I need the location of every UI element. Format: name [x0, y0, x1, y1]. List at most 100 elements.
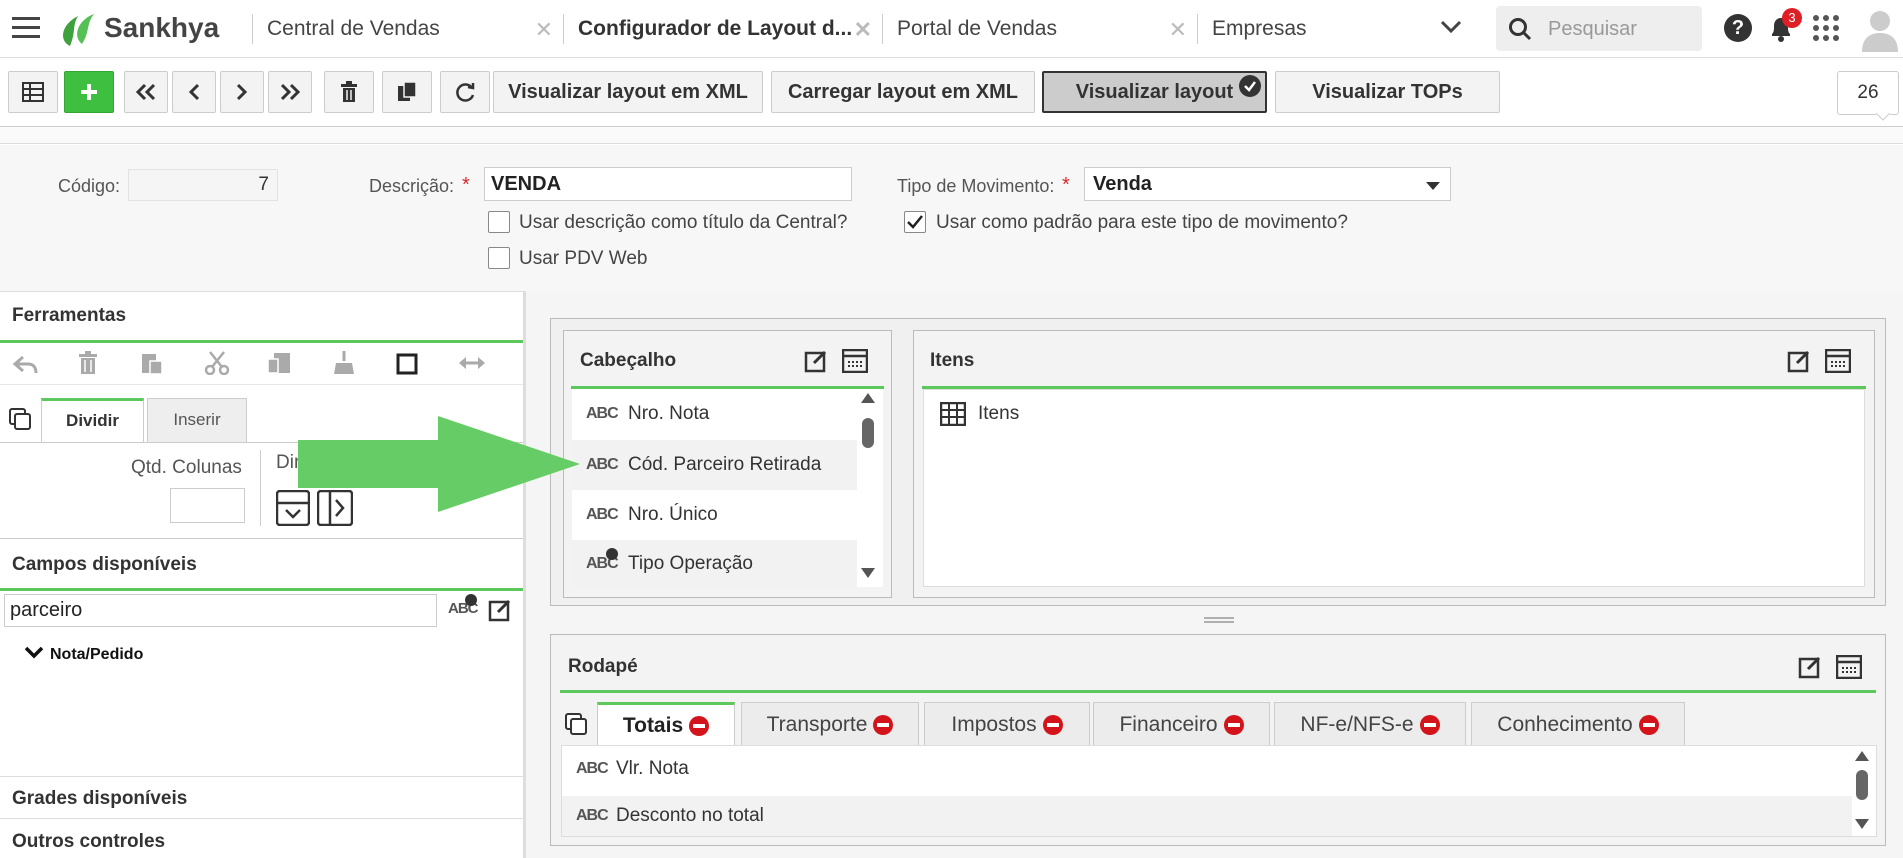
- edit-icon[interactable]: [804, 349, 828, 373]
- close-icon[interactable]: ✕: [1169, 17, 1187, 43]
- titulo-central-checkbox[interactable]: [488, 211, 510, 233]
- next-record-button[interactable]: [220, 71, 264, 113]
- list-item[interactable]: ABC Nro. Nota: [572, 389, 857, 439]
- remove-tab-icon[interactable]: [689, 715, 710, 736]
- previous-record-button[interactable]: [172, 71, 216, 113]
- window-settings-icon[interactable]: [1836, 655, 1862, 679]
- clipboard-icon[interactable]: [266, 351, 292, 375]
- tab-label: Central de Vendas: [267, 16, 440, 40]
- field-label: Nro. Único: [628, 504, 718, 525]
- copy-button[interactable]: [382, 71, 432, 113]
- scissors-icon[interactable]: [204, 351, 230, 375]
- remove-tab-icon[interactable]: [1419, 714, 1440, 735]
- tab-configurador-layout[interactable]: Configurador de Layout d... ✕: [564, 0, 882, 57]
- scroll-down-icon[interactable]: [860, 567, 876, 579]
- padrao-movimento-checkbox[interactable]: [904, 211, 926, 233]
- tab-dividir[interactable]: Dividir: [41, 398, 144, 443]
- ferramentas-header: Ferramentas: [12, 305, 127, 326]
- tab-totais[interactable]: Totais: [597, 702, 735, 746]
- tree-node-nota-pedido[interactable]: Nota/Pedido: [50, 646, 143, 664]
- tab-impostos[interactable]: Impostos: [924, 702, 1090, 746]
- itens-content: [923, 389, 1865, 587]
- tab-portal-de-vendas[interactable]: Portal de Vendas ✕: [883, 0, 1197, 57]
- codigo-field[interactable]: 7: [128, 169, 278, 201]
- remove-tab-icon[interactable]: [1638, 714, 1659, 735]
- first-record-button[interactable]: [124, 71, 168, 113]
- notification-badge: 3: [1782, 8, 1802, 28]
- remove-tab-icon[interactable]: [1223, 714, 1244, 735]
- qtd-colunas-input[interactable]: [170, 488, 245, 523]
- direction-label: Dir: [276, 452, 301, 473]
- load-xml-button[interactable]: Carregar layout em XML: [771, 71, 1035, 113]
- button-label: Visualizar layout em XML: [508, 80, 748, 103]
- menu-icon[interactable]: [12, 17, 40, 39]
- descricao-field[interactable]: VENDA: [484, 167, 852, 201]
- list-item[interactable]: ABC Vlr. Nota: [562, 746, 1852, 791]
- rodape-title: Rodapé: [568, 656, 638, 677]
- view-layout-button[interactable]: Visualizar layout: [1042, 71, 1267, 113]
- layers-icon[interactable]: [564, 712, 588, 736]
- campos-search-input[interactable]: parceiro: [4, 594, 437, 627]
- list-item[interactable]: ABC Nro. Único: [572, 490, 857, 540]
- edit-icon[interactable]: [488, 598, 512, 622]
- chevron-down-icon[interactable]: [1440, 20, 1462, 34]
- delete-button[interactable]: [324, 71, 374, 113]
- tree-expand-chevron-icon[interactable]: [24, 646, 44, 660]
- close-icon[interactable]: ✕: [535, 17, 553, 43]
- scroll-up-icon[interactable]: [860, 392, 876, 404]
- trash-icon[interactable]: [78, 351, 98, 375]
- pdv-web-label: Usar PDV Web: [519, 248, 648, 269]
- section-splitter-handle[interactable]: [1204, 616, 1234, 624]
- square-icon[interactable]: [396, 353, 418, 375]
- tab-central-de-vendas[interactable]: Central de Vendas ✕: [253, 0, 563, 57]
- button-label: Carregar layout em XML: [787, 80, 1019, 103]
- remove-tab-icon[interactable]: [1042, 714, 1063, 735]
- apps-grid-icon[interactable]: [1812, 14, 1840, 42]
- grades-disponiveis-header[interactable]: Grades disponíveis: [12, 788, 187, 810]
- remove-tab-icon[interactable]: [873, 714, 894, 735]
- table-icon: [940, 402, 966, 426]
- field-label: Desconto no total: [616, 805, 764, 826]
- last-record-button[interactable]: [268, 71, 312, 113]
- undo-icon[interactable]: [12, 353, 38, 375]
- broom-icon[interactable]: [330, 351, 356, 375]
- scrollbar-thumb[interactable]: [1856, 770, 1868, 800]
- outros-controles-header[interactable]: Outros controles: [12, 831, 165, 853]
- help-icon[interactable]: ?: [1724, 14, 1752, 42]
- window-settings-icon[interactable]: [842, 349, 868, 373]
- tab-transporte[interactable]: Transporte: [741, 702, 919, 746]
- itens-grid-item[interactable]: Itens: [978, 403, 1019, 425]
- button-label: Visualizar layout: [1075, 80, 1234, 103]
- tipo-movimento-select[interactable]: Venda: [1084, 167, 1451, 201]
- edit-icon[interactable]: [1787, 349, 1811, 373]
- tab-financeiro[interactable]: Financeiro: [1093, 702, 1270, 746]
- list-item[interactable]: ABC Cód. Parceiro Retirada: [572, 440, 857, 490]
- refresh-button[interactable]: [440, 71, 490, 113]
- layers-icon[interactable]: [8, 407, 32, 431]
- field-label: Vlr. Nota: [616, 757, 689, 779]
- resize-horizontal-icon[interactable]: [458, 355, 486, 371]
- tab-conhecimento[interactable]: Conhecimento: [1471, 702, 1685, 746]
- grid-view-button[interactable]: [8, 71, 58, 113]
- scrollbar-thumb[interactable]: [862, 418, 874, 448]
- view-xml-button[interactable]: Visualizar layout em XML: [493, 71, 763, 113]
- edit-icon[interactable]: [1798, 655, 1822, 679]
- tab-nfe-nfse[interactable]: NF-e/NFS-e: [1274, 702, 1466, 746]
- toolbar-divider: [0, 126, 1903, 144]
- scroll-down-icon[interactable]: [1854, 818, 1870, 830]
- list-item[interactable]: ABC Desconto no total: [562, 796, 1852, 836]
- tab-label: Totais: [622, 713, 684, 737]
- scroll-up-icon[interactable]: [1854, 750, 1870, 762]
- list-item[interactable]: ABC Tipo Operação: [572, 540, 857, 587]
- search-box[interactable]: Pesquisar: [1496, 6, 1702, 51]
- view-tops-button[interactable]: Visualizar TOPs: [1275, 71, 1500, 113]
- refresh-icon: [456, 83, 475, 102]
- paste-icon[interactable]: [140, 351, 164, 375]
- avatar[interactable]: [1862, 8, 1898, 52]
- tab-inserir[interactable]: Inserir: [147, 398, 247, 443]
- close-icon[interactable]: ✕: [854, 17, 872, 43]
- add-button[interactable]: [64, 71, 114, 113]
- pdv-web-checkbox[interactable]: [488, 247, 510, 269]
- tab-empresas[interactable]: Empresas: [1198, 0, 1438, 57]
- window-settings-icon[interactable]: [1825, 349, 1851, 373]
